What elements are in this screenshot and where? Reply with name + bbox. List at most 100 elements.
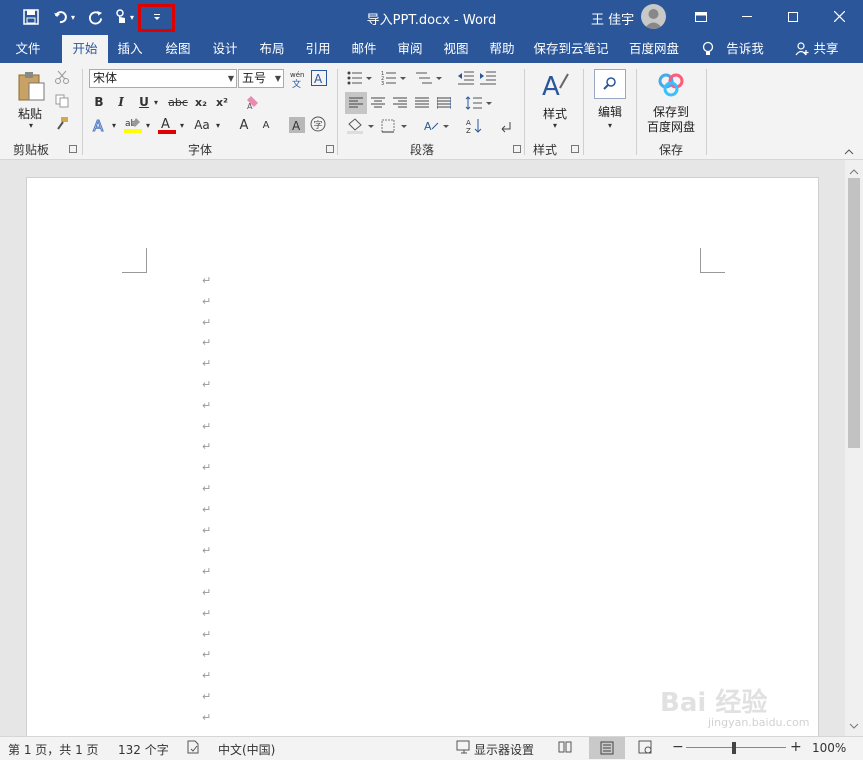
maximize-icon[interactable] (770, 0, 816, 33)
bullets-icon[interactable] (346, 69, 374, 87)
tab-insert[interactable]: 插入 (110, 35, 150, 63)
align-left-icon[interactable] (345, 92, 367, 114)
underline-button[interactable]: U (136, 93, 152, 111)
tab-file[interactable]: 文件 (6, 35, 50, 63)
tab-view[interactable]: 视图 (436, 35, 476, 63)
grow-font-button[interactable]: A (236, 115, 252, 135)
paste-label[interactable]: 粘贴 (15, 105, 45, 122)
scroll-up-icon[interactable] (849, 164, 859, 178)
character-shading-icon[interactable]: A (288, 116, 305, 133)
tab-draw[interactable]: 绘图 (158, 35, 198, 63)
sort-icon[interactable]: AZ (464, 115, 486, 137)
enclose-characters-icon[interactable]: 字 (309, 115, 327, 133)
decrease-indent-icon[interactable] (456, 69, 476, 87)
web-layout-icon[interactable] (638, 740, 652, 757)
bold-button[interactable]: B (91, 93, 107, 111)
save-to-baidu-label[interactable]: 保存到 百度网盘 (642, 105, 700, 135)
chinese-layout-icon[interactable]: A (422, 115, 452, 137)
align-right-icon[interactable] (390, 92, 410, 114)
increase-indent-icon[interactable] (478, 69, 498, 87)
superscript-button[interactable]: x² (213, 93, 231, 111)
styles-dropdown-icon[interactable]: ▾ (550, 121, 560, 130)
tab-mailings[interactable]: 邮件 (344, 35, 384, 63)
scrollbar-thumb[interactable] (848, 178, 860, 448)
paste-dropdown-icon[interactable]: ▾ (26, 121, 36, 130)
distributed-icon[interactable] (434, 92, 454, 114)
styles-icon[interactable]: A (538, 69, 572, 101)
show-paragraph-marks-icon[interactable] (497, 115, 517, 137)
read-mode-icon[interactable] (558, 740, 572, 757)
vertical-scrollbar[interactable] (845, 160, 863, 736)
line-spacing-icon[interactable] (464, 92, 494, 114)
shading-icon[interactable] (345, 115, 377, 137)
close-icon[interactable] (816, 0, 862, 33)
cut-icon[interactable] (54, 69, 70, 85)
clear-formatting-icon[interactable]: A (244, 93, 262, 111)
styles-label[interactable]: 样式 (538, 105, 572, 122)
user-name[interactable]: 王 佳宇 (591, 9, 634, 28)
subscript-button[interactable]: x₂ (192, 93, 210, 111)
clipboard-launcher-icon[interactable] (69, 145, 77, 153)
page-count[interactable]: 第 1 页，共 1 页 (8, 741, 99, 758)
display-settings-icon[interactable] (456, 740, 472, 757)
font-size-combo[interactable]: 五号 ▼ (238, 69, 284, 88)
editing-dropdown-icon[interactable]: ▾ (605, 121, 615, 130)
align-center-icon[interactable] (368, 92, 388, 114)
document-area[interactable]: ↵ ↵ ↵ ↵ ↵ ↵ ↵ ↵ ↵ ↵ ↵ ↵ ↵ ↵ ↵ ↵ ↵ ↵ ↵ ↵ ↵ ↵ (0, 160, 845, 736)
tab-help[interactable]: 帮助 (482, 35, 522, 63)
strikethrough-button[interactable]: abc (166, 93, 190, 111)
font-color-icon[interactable]: A (157, 115, 177, 135)
avatar[interactable] (641, 4, 666, 29)
tab-references[interactable]: 引用 (298, 35, 338, 63)
multilevel-list-icon[interactable] (414, 69, 444, 87)
ribbon-display-options-icon[interactable] (678, 0, 724, 33)
tab-layout[interactable]: 布局 (252, 35, 292, 63)
text-effects-dropdown-icon[interactable]: ▾ (109, 115, 119, 135)
underline-dropdown-icon[interactable]: ▾ (151, 93, 161, 111)
shrink-font-button[interactable]: A (258, 115, 274, 135)
tab-save-to-cloud-notes[interactable]: 保存到云笔记 (530, 35, 612, 63)
display-settings-label[interactable]: 显示器设置 (474, 741, 534, 758)
font-launcher-icon[interactable] (326, 145, 334, 153)
document-page[interactable]: ↵ ↵ ↵ ↵ ↵ ↵ ↵ ↵ ↵ ↵ ↵ ↵ ↵ ↵ ↵ ↵ ↵ ↵ ↵ ↵ ↵ ↵ (26, 177, 819, 736)
tab-baidu-netdisk[interactable]: 百度网盘 (624, 35, 684, 63)
print-layout-icon[interactable] (589, 737, 625, 759)
paste-icon[interactable] (14, 69, 48, 103)
change-case-dropdown-icon[interactable]: ▾ (213, 115, 223, 135)
tell-me-search[interactable]: 告诉我 (720, 35, 770, 63)
word-count[interactable]: 132 个字 (118, 741, 169, 758)
collapse-ribbon-icon[interactable] (842, 147, 856, 157)
justify-icon[interactable] (412, 92, 432, 114)
phonetic-guide-icon[interactable]: wén 文 (288, 69, 306, 89)
proofing-icon[interactable] (186, 740, 200, 757)
italic-button[interactable]: I (113, 93, 129, 111)
borders-icon[interactable] (380, 115, 410, 137)
styles-launcher-icon[interactable] (571, 145, 579, 153)
paragraph-launcher-icon[interactable] (513, 145, 521, 153)
scroll-down-icon[interactable] (849, 718, 859, 732)
lightbulb-icon[interactable] (698, 35, 718, 63)
font-color-dropdown-icon[interactable]: ▾ (177, 115, 187, 135)
format-painter-icon[interactable] (54, 115, 70, 131)
baidu-netdisk-icon[interactable] (656, 71, 686, 99)
zoom-in-button[interactable]: + (790, 739, 802, 755)
zoom-level[interactable]: 100% (812, 741, 846, 755)
share-button[interactable]: 共享 (811, 35, 841, 63)
zoom-slider-thumb[interactable] (732, 742, 736, 754)
minimize-icon[interactable] (724, 0, 770, 33)
text-effects-icon[interactable]: A (91, 115, 109, 135)
zoom-slider[interactable] (686, 747, 786, 748)
copy-icon[interactable] (54, 93, 70, 109)
numbering-icon[interactable]: 123 (380, 69, 408, 87)
editing-label[interactable]: 编辑 (594, 103, 626, 120)
language-indicator[interactable]: 中文(中国) (218, 741, 275, 758)
tab-review[interactable]: 审阅 (390, 35, 430, 63)
zoom-out-button[interactable]: − (672, 739, 684, 755)
character-border-icon[interactable]: A (310, 69, 328, 87)
change-case-button[interactable]: Aa (191, 115, 213, 135)
text-highlight-icon[interactable]: ab (123, 115, 143, 135)
highlight-dropdown-icon[interactable]: ▾ (143, 115, 153, 135)
font-name-combo[interactable]: 宋体 ▼ (89, 69, 237, 88)
tab-design[interactable]: 设计 (205, 35, 245, 63)
tab-home[interactable]: 开始 (62, 35, 108, 63)
